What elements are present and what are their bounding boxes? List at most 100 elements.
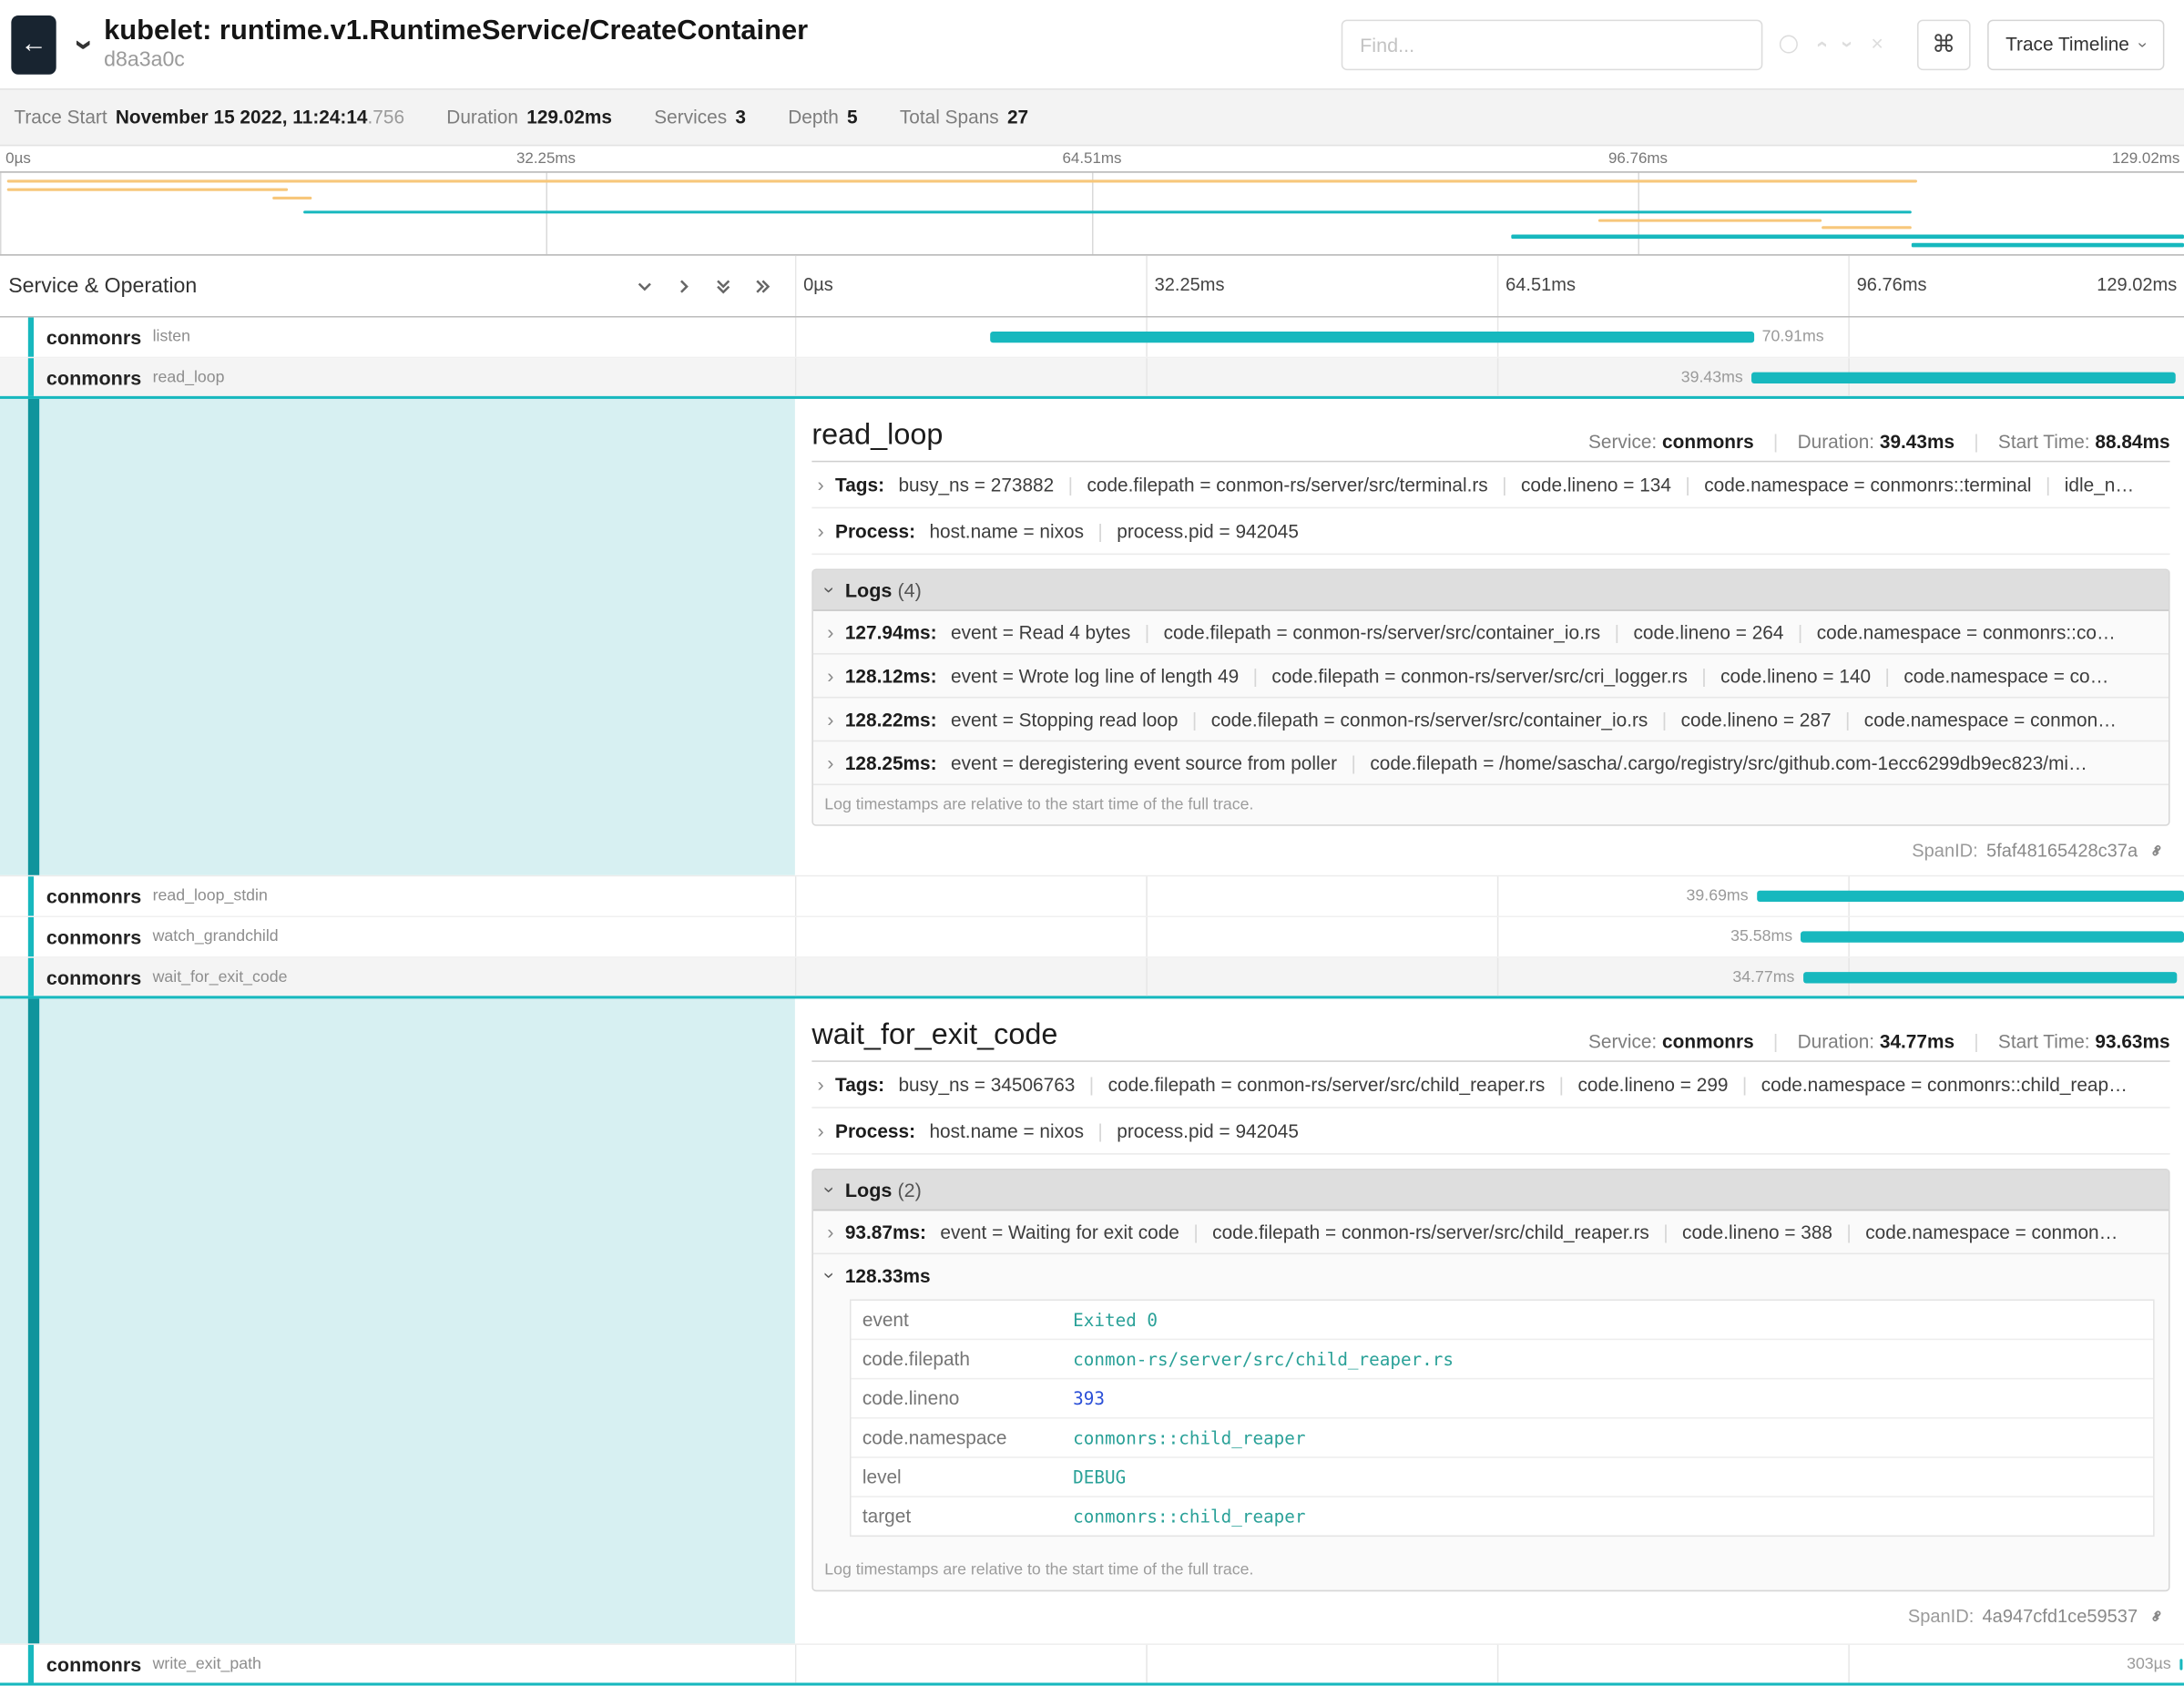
key-value-list: busy_ns = 273882|code.filepath = conmon-… [898,475,2134,496]
span-name-cell: conmonrs watch_grandchild [0,917,795,956]
span-row-write_exit_path[interactable]: conmonrs write_exit_path 303µs [0,1645,2184,1686]
span-bar-cell[interactable]: 34.77ms [795,958,2184,996]
tags-row[interactable]: ›Tags:busy_ns = 34506763|code.filepath =… [811,1062,2169,1109]
span-bar[interactable] [990,332,1753,342]
field-key: event [852,1301,1062,1339]
trace-title: kubelet: runtime.v1.RuntimeService/Creat… [104,16,808,48]
keyboard-shortcuts-button[interactable]: ⌘ [1917,19,1971,70]
timeline-tick: 32.25ms [1146,274,1224,295]
chevron-down-icon[interactable] [635,276,655,296]
detail-left-gutter [0,399,795,875]
separator: | [1742,1075,1747,1096]
separator: | [1352,753,1356,774]
find-input[interactable] [1342,19,1763,70]
span-bar[interactable] [1803,971,2178,982]
timeline-tick: 64.51ms [1497,274,1576,295]
back-button[interactable]: ← [11,15,56,74]
minimap-tick: 32.25ms [516,150,576,168]
key-value: event = Stopping read loop [951,710,1178,731]
logs-header[interactable]: ›Logs (2) [813,1170,2169,1211]
chevron-right-icon: › [818,1073,824,1096]
key-value: code.namespace = conmonrs::terminal [1704,475,2031,496]
span-row-wait_for_exit_code[interactable]: conmonrs wait_for_exit_code 34.77ms [0,958,2184,999]
process-row[interactable]: ›Process:host.name = nixos|process.pid =… [811,1109,2169,1155]
span-meta: Service: conmonrs | Duration: 34.77ms | … [1588,1031,2170,1052]
span-name-cell: conmonrs read_loop [0,358,795,396]
field-key: code.filepath [852,1340,1062,1378]
service-color-bar [28,1645,34,1683]
separator: | [2046,475,2050,496]
minimap-span [1511,235,2184,240]
separator: | [1068,475,1073,496]
log-entry[interactable]: ›93.87ms:event = Waiting for exit code|c… [813,1211,2169,1254]
span-duration-label: 70.91ms [1762,329,1824,346]
trace-view-dropdown[interactable]: Trace Timeline › [1987,19,2164,70]
clear-find-icon[interactable]: × [1871,34,1883,55]
span-bar-cell[interactable]: 39.43ms [795,358,2184,396]
log-entry[interactable]: ›128.12ms:event = Wrote log line of leng… [813,655,2169,699]
log-field-row: targetconmonrs::child_reaper [852,1497,2154,1536]
key-value-list: event = deregistering event source from … [951,753,2087,774]
span-name: wait_for_exit_code [811,1018,1057,1052]
chevron-down-icon: › [2133,41,2153,46]
log-entry-expanded[interactable]: ›128.33ms [813,1254,2169,1296]
key-value: event = Waiting for exit code [940,1222,1179,1243]
match-toggle-icon[interactable] [1780,36,1798,54]
span-bar-cell[interactable]: 39.69ms [795,876,2184,915]
span-row-listen[interactable]: conmonrs listen 70.91ms [0,318,2184,359]
trace-title-block: kubelet: runtime.v1.RuntimeService/Creat… [104,16,808,73]
span-duration-label: 39.69ms [1687,888,1749,905]
service-operation-label: Service & Operation [8,274,197,298]
process-row[interactable]: ›Process:host.name = nixos|process.pid =… [811,508,2169,555]
span-bar[interactable] [1751,372,2176,383]
service-color-bar [28,958,34,996]
detail-left-gutter [0,998,795,1643]
minimap-canvas[interactable] [0,171,2184,256]
span-bar-cell[interactable]: 35.58ms [795,917,2184,956]
key-value-list: event = Stopping read loop|code.filepath… [951,710,2117,731]
key-value: code.lineno = 140 [1720,666,1871,687]
key-value: code.lineno = 299 [1578,1075,1729,1096]
prev-result-icon[interactable]: › [1811,41,1832,48]
span-rows: conmonrs listen 70.91ms conmonrs read_lo… [0,318,2184,1686]
key-value-list: event = Waiting for exit code|code.filep… [940,1222,2118,1243]
separator: | [1845,710,1850,731]
log-entry[interactable]: ›127.94ms:event = Read 4 bytes|code.file… [813,611,2169,655]
chevron-right-icon[interactable] [674,276,694,296]
timeline-tick: 96.76ms [1848,274,1926,295]
separator: | [1097,1121,1102,1142]
next-result-icon[interactable]: › [1837,41,1858,48]
chevron-right-icon: › [818,474,824,496]
summary-depth: Depth5 [788,107,857,128]
span-name-cell: conmonrs listen [0,318,795,357]
double-chevron-right-icon[interactable] [753,276,773,296]
double-chevron-down-icon[interactable] [713,276,733,296]
key-value-list: busy_ns = 34506763|code.filepath = conmo… [898,1075,2127,1096]
minimap-span [303,210,1911,213]
key-value: code.filepath = conmon-rs/server/src/cri… [1271,666,1687,687]
service-name: conmonrs [46,966,141,988]
key-value: busy_ns = 34506763 [898,1075,1075,1096]
back-arrow-icon: ← [20,29,46,60]
log-entry[interactable]: ›128.22ms:event = Stopping read loop|cod… [813,698,2169,741]
span-row-read_loop[interactable]: conmonrs read_loop 39.43ms [0,358,2184,399]
service-color-strip [28,998,39,1643]
collapse-trace-header-icon[interactable]: › [65,38,104,49]
link-icon[interactable] [2146,1606,2167,1627]
link-icon[interactable] [2146,840,2167,861]
span-row-watch_grandchild[interactable]: conmonrs watch_grandchild 35.58ms [0,917,2184,958]
log-entry[interactable]: ›128.25ms:event = deregistering event so… [813,741,2169,785]
span-row-read_loop_stdin[interactable]: conmonrs read_loop_stdin 39.69ms [0,876,2184,917]
span-bar[interactable] [1757,891,2184,902]
tags-row[interactable]: ›Tags:busy_ns = 273882|code.filepath = c… [811,462,2169,508]
separator: | [1559,1075,1564,1096]
separator: | [1885,666,1890,687]
span-bar[interactable] [1801,931,2184,942]
span-bar-cell[interactable]: 70.91ms [795,318,2184,357]
logs-header[interactable]: ›Logs (4) [813,570,2169,611]
span-bar[interactable] [2179,1658,2183,1669]
span-bar-cell[interactable]: 303µs [795,1645,2184,1683]
operation-name: read_loop [153,369,225,386]
key-value: process.pid = 942045 [1117,1121,1299,1142]
chevron-right-icon: › [818,520,824,543]
